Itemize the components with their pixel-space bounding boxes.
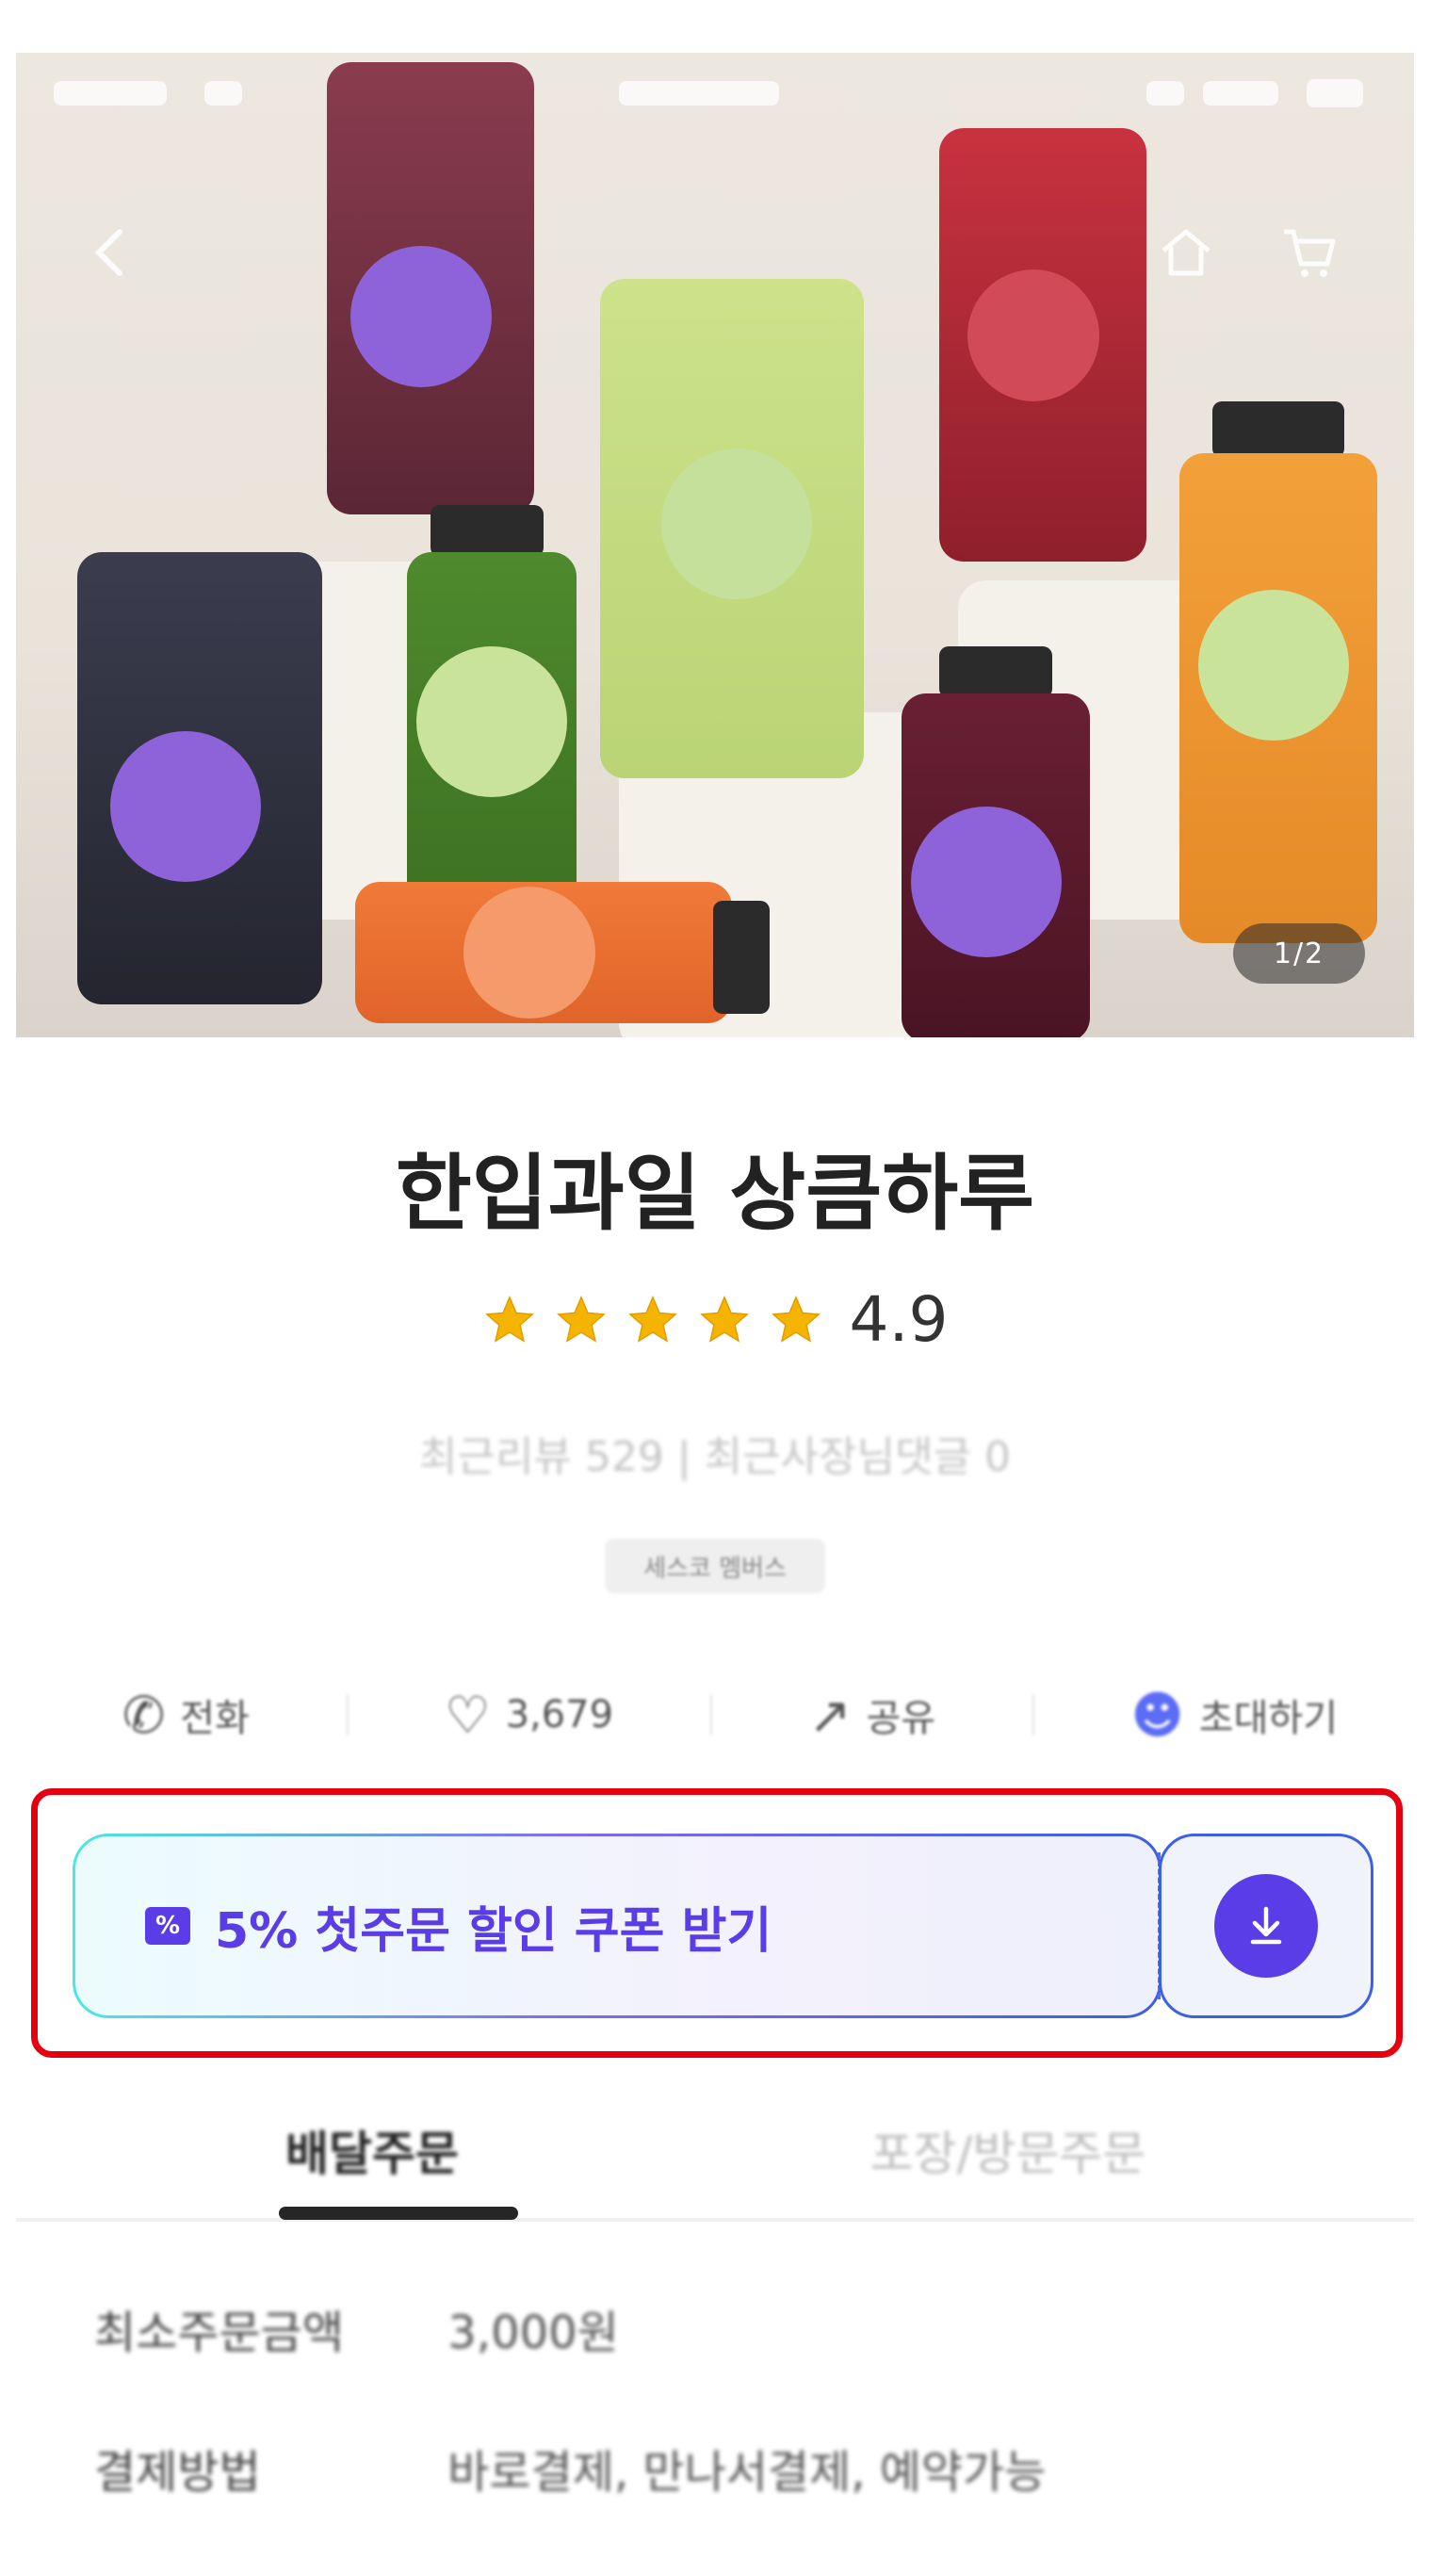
first-order-coupon-button[interactable]: % 5% 첫주문 할인 쿠폰 받기 xyxy=(73,1834,1162,2018)
tab-delivery[interactable]: 배달주문 xyxy=(188,2094,556,2207)
invite-button[interactable]: ☻ 초대하기 xyxy=(1131,1686,1339,1745)
status-battery-text xyxy=(1203,81,1278,106)
call-button[interactable]: ✆ 전화 xyxy=(122,1686,250,1745)
star-icon xyxy=(556,1295,606,1343)
status-time xyxy=(54,81,167,106)
share-label: 공유 xyxy=(866,1697,936,1740)
payment-method-label: 결제방법 xyxy=(94,2446,261,2499)
store-badge: 세스코 멤버스 xyxy=(605,1539,825,1593)
hero-sticker xyxy=(350,246,492,387)
divider xyxy=(709,1694,712,1736)
star-icon xyxy=(484,1295,534,1343)
star-icon xyxy=(699,1295,749,1343)
heart-icon: ♡ xyxy=(445,1685,491,1745)
review-count-link[interactable]: 최근리뷰 529 | 최근사장님댓글 0 xyxy=(0,1423,1430,1483)
tab-pickup[interactable]: 포장/방문주문 xyxy=(782,2094,1234,2207)
store-hero-image[interactable]: 1/2 xyxy=(16,53,1414,1037)
download-button[interactable] xyxy=(1214,1874,1318,1978)
phone-icon: ✆ xyxy=(122,1685,166,1745)
active-tab-indicator xyxy=(279,2207,518,2220)
share-button[interactable]: ↗ 공유 xyxy=(808,1686,935,1745)
hero-sticker xyxy=(967,269,1099,401)
coupon-download-area[interactable] xyxy=(1159,1834,1373,2018)
coupon-icon: % xyxy=(145,1907,190,1945)
home-icon[interactable] xyxy=(1156,222,1216,293)
image-counter-badge: 1/2 xyxy=(1233,923,1365,984)
invite-icon: ☻ xyxy=(1130,1685,1184,1745)
min-order-value: 3,000원 xyxy=(447,2307,619,2359)
status-indicator xyxy=(204,81,242,106)
share-icon: ↗ xyxy=(808,1685,852,1745)
status-bar xyxy=(16,53,1414,138)
hero-sticker xyxy=(911,807,1062,957)
tab-baseline xyxy=(16,2218,1414,2222)
rating-value: 4.9 xyxy=(849,1283,949,1356)
divider xyxy=(346,1694,349,1736)
star-icon xyxy=(771,1295,821,1343)
hero-bottle-cap xyxy=(713,901,770,1014)
rating-row: 4.9 xyxy=(0,1283,1430,1356)
hero-bottle-cap xyxy=(1212,401,1344,458)
favorite-count: 3,679 xyxy=(505,1693,614,1736)
order-type-tabs: 배달주문 포장/방문주문 xyxy=(0,2094,1430,2225)
star-icon xyxy=(627,1295,677,1343)
store-action-bar: ✆ 전화 ♡ 3,679 ↗ 공유 ☻ 초대하기 xyxy=(122,1677,1338,1753)
divider xyxy=(1032,1694,1034,1736)
cart-icon[interactable] xyxy=(1278,222,1339,293)
status-signal xyxy=(1146,81,1184,106)
hero-sticker xyxy=(110,731,261,882)
coupon-label: 5% 첫주문 할인 쿠폰 받기 xyxy=(215,1902,772,1960)
call-label: 전화 xyxy=(180,1697,250,1740)
store-name: 한입과일 상큼하루 xyxy=(395,1145,1035,1242)
hero-sticker xyxy=(661,448,812,599)
invite-label: 초대하기 xyxy=(1198,1697,1338,1740)
hero-sticker xyxy=(416,646,567,797)
min-order-label: 최소주문금액 xyxy=(94,2307,344,2359)
hero-bottle-cap xyxy=(431,505,544,557)
back-arrow-icon[interactable] xyxy=(82,222,142,293)
favorite-button[interactable]: ♡ 3,679 xyxy=(445,1686,613,1745)
hero-sticker xyxy=(463,887,595,1019)
download-icon xyxy=(1250,1906,1282,1945)
battery-icon xyxy=(1307,79,1363,107)
payment-method-value: 바로결제, 만나서결제, 예약가능 xyxy=(447,2446,1047,2499)
hero-bottle-cap xyxy=(939,646,1052,698)
payment-method-row: 결제방법 바로결제, 만나서결제, 예약가능 xyxy=(94,2435,1046,2501)
hero-sticker xyxy=(1198,590,1349,741)
min-order-row: 최소주문금액 3,000원 xyxy=(94,2295,619,2361)
status-date xyxy=(619,81,779,106)
